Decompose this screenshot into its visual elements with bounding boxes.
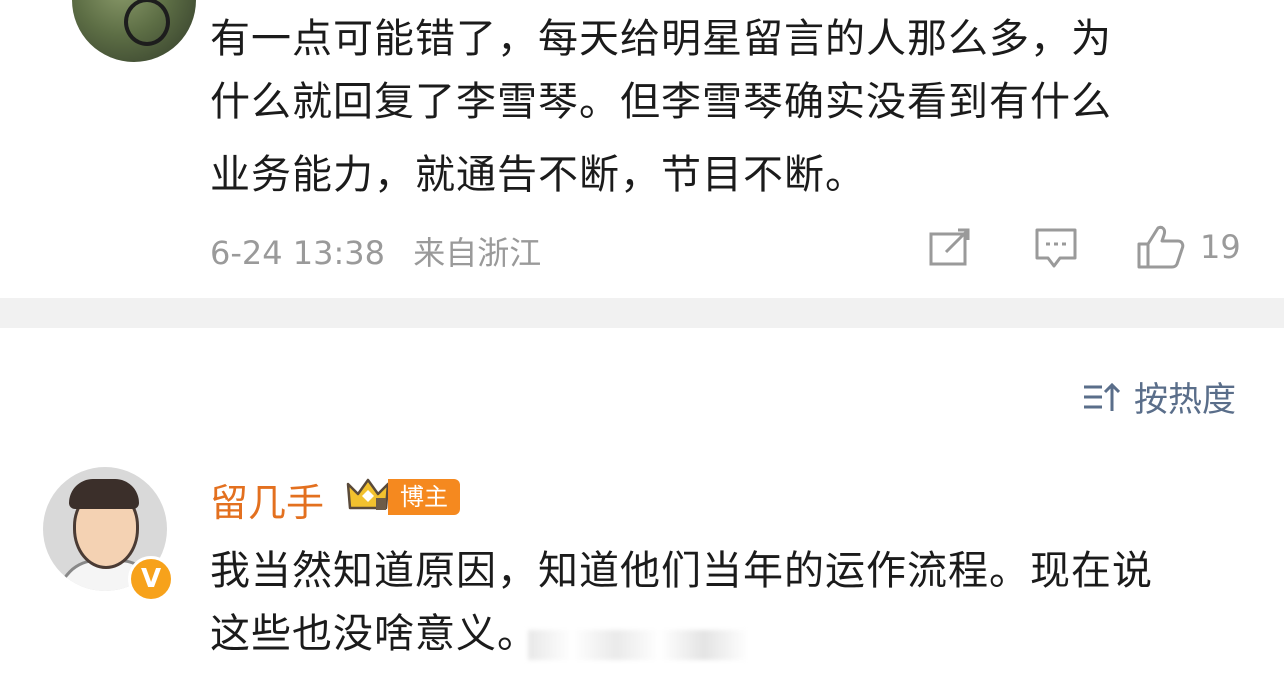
commenter-avatar[interactable] [72, 0, 196, 62]
sort-by-hot-button[interactable]: 按热度 [1082, 372, 1236, 421]
comment-text-line-3: 业务能力，就通告不断，节目不断。 [210, 152, 866, 198]
blurred-content [528, 630, 748, 660]
host-badge: 博主 [388, 479, 460, 515]
sort-label: 按热度 [1134, 380, 1236, 420]
like-icon[interactable] [1136, 224, 1186, 270]
blogger-username[interactable]: 留几手 [210, 472, 324, 527]
sort-icon [1084, 382, 1120, 411]
like-count: 19 [1200, 228, 1241, 266]
comment-location: 来自浙江 [413, 234, 542, 272]
comment-date: 6-24 13:38 [210, 234, 386, 272]
comment-icon[interactable] [1034, 226, 1078, 270]
verified-badge: V [128, 556, 174, 602]
comment-meta: 6-24 13:38 来自浙江 [210, 228, 559, 274]
section-divider [0, 298, 1284, 328]
share-icon[interactable] [928, 228, 972, 268]
comment-text-line-2: 什么就回复了李雪琴。但李雪琴确实没看到有什么 [210, 79, 1112, 125]
comment-text-line-1: 有一点可能错了，每天给明星留言的人那么多，为 [210, 16, 1112, 62]
reply-text-line-1: 我当然知道原因，知道他们当年的运作流程。现在说 [210, 548, 1153, 594]
